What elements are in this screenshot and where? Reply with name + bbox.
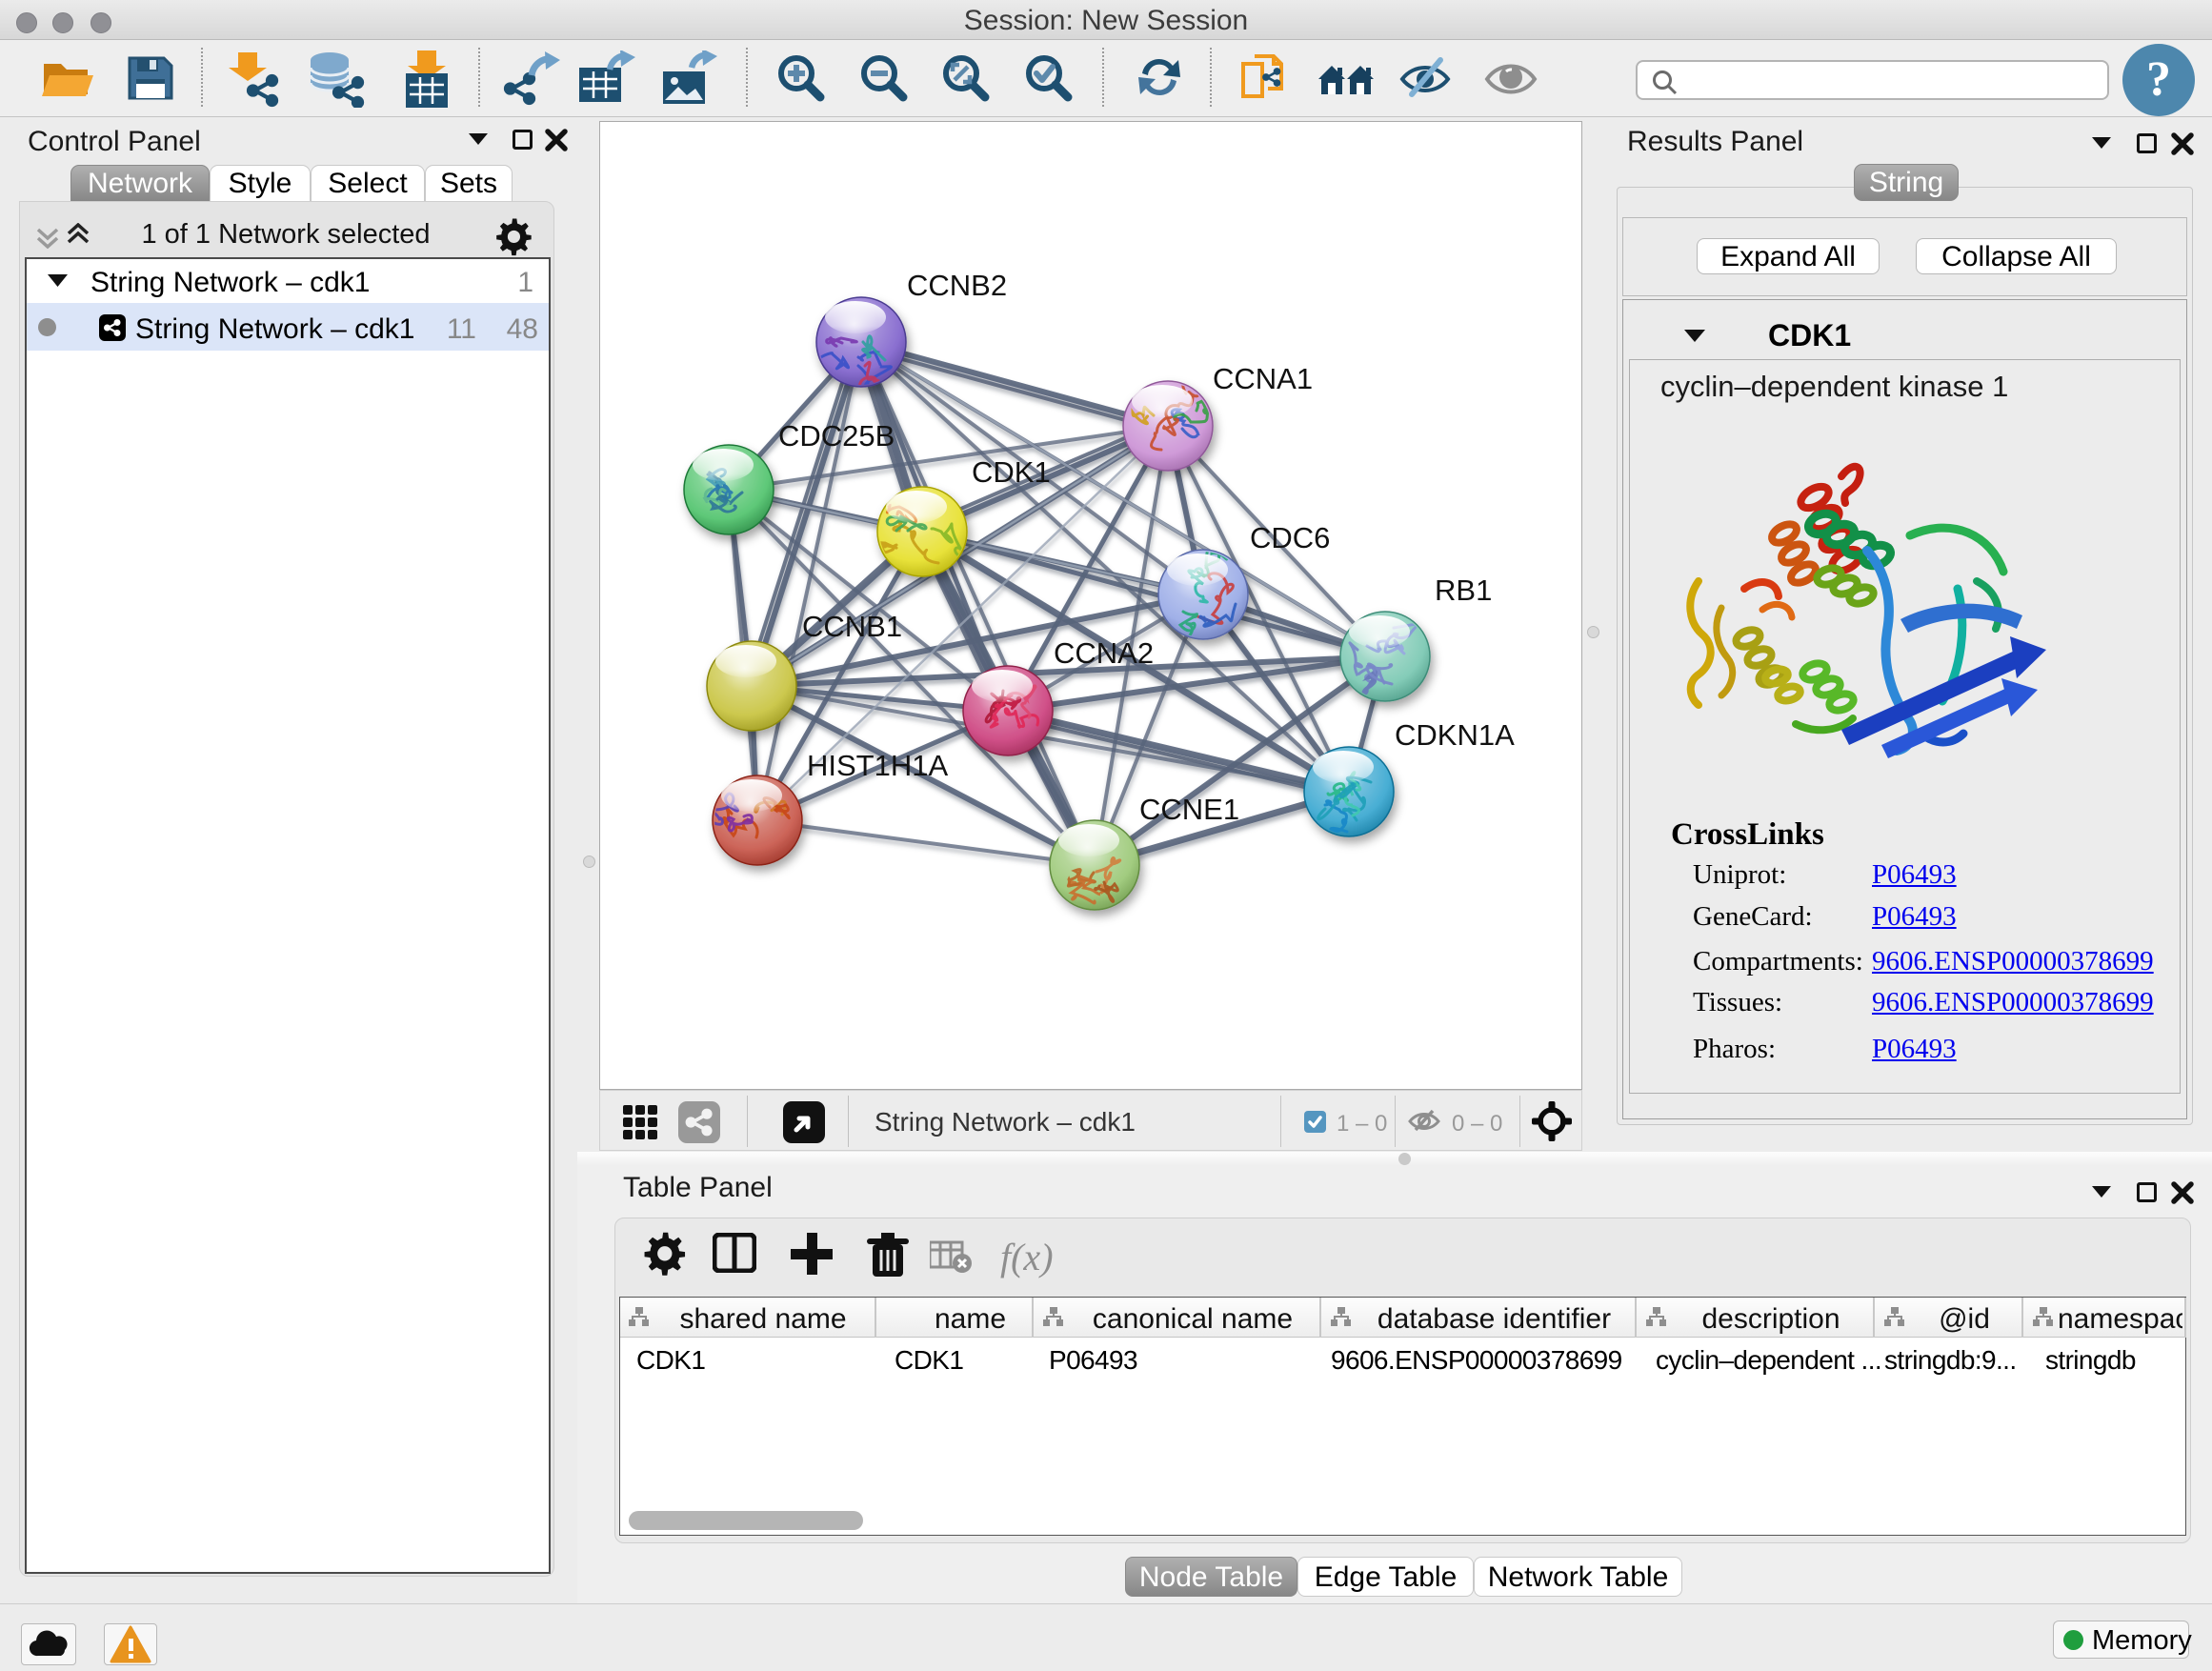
svg-text:CDC25B: CDC25B — [778, 419, 895, 453]
svg-text:CDC6: CDC6 — [1250, 521, 1330, 554]
svg-text:CCNB2: CCNB2 — [907, 269, 1007, 302]
svg-text:CDK1: CDK1 — [972, 455, 1051, 489]
svg-text:CCNE1: CCNE1 — [1139, 793, 1239, 826]
svg-text:CCNA2: CCNA2 — [1054, 636, 1154, 670]
svg-text:CCNA1: CCNA1 — [1213, 362, 1313, 395]
svg-text:CDKN1A: CDKN1A — [1395, 718, 1515, 752]
svg-text:RB1: RB1 — [1435, 574, 1492, 607]
svg-text:HIST1H1A: HIST1H1A — [807, 749, 948, 782]
svg-text:CCNB1: CCNB1 — [802, 610, 902, 643]
